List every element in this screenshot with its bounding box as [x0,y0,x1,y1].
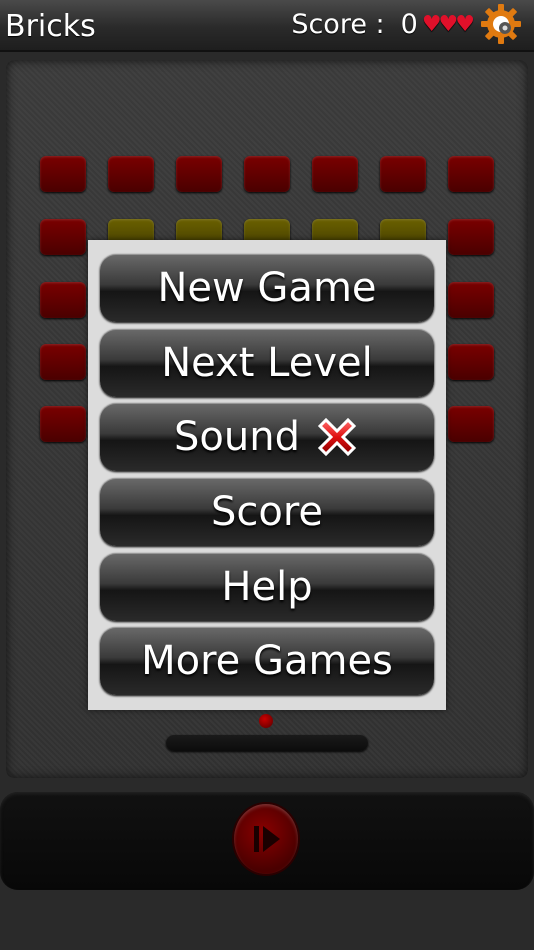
x-icon [317,417,357,457]
brick [108,156,154,192]
brick [40,156,86,192]
play-pause-button[interactable] [234,804,298,874]
more-games-button[interactable]: More Games [100,627,434,695]
gear-icon[interactable] [480,3,522,45]
brick [40,406,86,442]
score-value: 0 [400,9,418,40]
brick [448,219,494,255]
score-button[interactable]: Score [100,478,434,546]
pause-menu: New Game Next Level Sound Score Help Mor… [88,240,446,710]
brick [40,344,86,380]
new-game-label: New Game [157,265,377,311]
brick [312,156,358,192]
score-menu-label: Score [210,489,324,535]
brick [380,156,426,192]
new-game-button[interactable]: New Game [100,254,434,322]
brick [40,282,86,318]
help-label: Help [221,564,313,610]
sound-label: Sound [174,414,300,460]
top-bar: Bricks Score : 0 ♥♥♥ [0,0,534,52]
brick [448,282,494,318]
play-pause-icon [254,826,280,852]
brick [40,219,86,255]
brick [176,156,222,192]
lives-hearts-icon: ♥♥♥ [421,12,475,37]
app-title: Bricks [5,9,96,44]
sound-button[interactable]: Sound [100,403,434,471]
ball [259,714,273,728]
brick [448,406,494,442]
next-level-label: Next Level [161,340,373,386]
brick [448,344,494,380]
brick [244,156,290,192]
help-button[interactable]: Help [100,553,434,621]
paddle[interactable] [166,735,368,751]
next-level-button[interactable]: Next Level [100,329,434,397]
brick [448,156,494,192]
more-games-label: More Games [141,638,393,684]
score-label: Score : [291,9,385,40]
score-display: Score : 0 ♥♥♥ [291,9,475,40]
